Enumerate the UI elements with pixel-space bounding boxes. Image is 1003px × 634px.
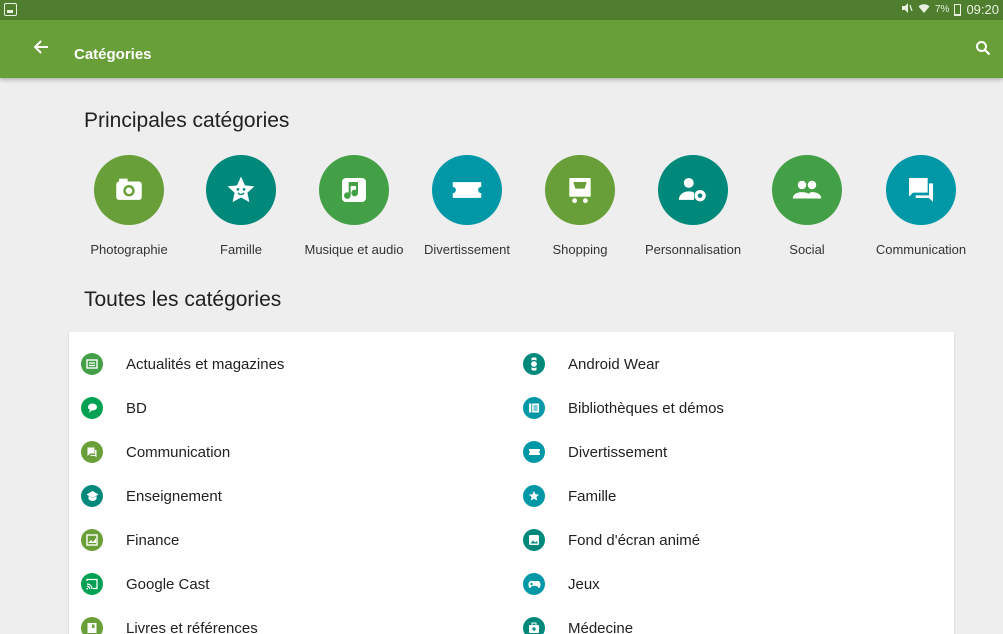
mute-icon xyxy=(901,2,913,17)
search-icon[interactable] xyxy=(971,36,995,60)
category-row-enseignement[interactable]: Enseignement xyxy=(81,480,222,512)
library-icon xyxy=(523,397,545,419)
top-category-personnalisation[interactable]: Personnalisation xyxy=(636,155,750,270)
top-category-label: Personnalisation xyxy=(644,242,742,257)
top-category-social[interactable]: Social xyxy=(750,155,864,272)
chat-icon xyxy=(81,441,103,463)
arrow-left-icon[interactable] xyxy=(29,35,53,59)
battery-icon xyxy=(954,3,962,16)
clock: 09:20 xyxy=(966,2,999,17)
category-row-communication[interactable]: Communication xyxy=(81,436,230,468)
category-label: Google Cast xyxy=(126,575,210,593)
ticket-icon xyxy=(523,441,545,463)
app-bar: Catégories xyxy=(0,20,1003,78)
top-category-label: Divertissement xyxy=(424,242,510,257)
top-category-label: Shopping xyxy=(552,242,608,257)
all-categories-card: Actualités et magazines BD Communication… xyxy=(69,332,954,634)
category-row-bibliotheques[interactable]: Bibliothèques et démos xyxy=(523,392,724,424)
category-label: Actualités et magazines xyxy=(126,355,285,373)
top-category-label: Photographie xyxy=(90,242,168,257)
category-row-android-wear[interactable]: Android Wear xyxy=(523,348,659,380)
top-category-shopping[interactable]: Shopping xyxy=(523,155,637,272)
top-category-musique[interactable]: Musique et audio xyxy=(297,155,411,270)
category-row-famille[interactable]: Famille xyxy=(523,480,616,512)
graduation-cap-icon xyxy=(81,485,103,507)
watch-icon xyxy=(523,353,545,375)
category-label: BD xyxy=(126,399,147,417)
screenshot-icon xyxy=(4,3,17,16)
chart-image-icon xyxy=(81,529,103,551)
category-label: Jeux xyxy=(568,575,600,593)
category-row-google-cast[interactable]: Google Cast xyxy=(81,568,209,600)
category-label: Médecine xyxy=(568,619,634,634)
category-label: Enseignement xyxy=(126,487,222,505)
category-row-bd[interactable]: BD xyxy=(81,392,147,424)
ticket-icon xyxy=(432,155,502,225)
wallpaper-icon xyxy=(523,529,545,551)
top-categories: Photographie Famille Musique et audio Di… xyxy=(72,155,992,273)
top-category-photographie[interactable]: Photographie xyxy=(72,155,186,272)
cast-icon xyxy=(81,573,103,595)
section-heading-all: Toutes les catégories xyxy=(84,288,282,311)
category-row-fond-ecran[interactable]: Fond d'écran animé xyxy=(523,524,700,556)
page-title: Catégories xyxy=(74,46,152,63)
medical-bag-icon xyxy=(523,617,545,634)
speech-bubble-icon xyxy=(81,397,103,419)
section-heading-top: Principales catégories xyxy=(84,109,290,132)
category-label: Livres et références xyxy=(126,619,258,634)
wifi-icon xyxy=(918,2,930,17)
gamepad-icon xyxy=(523,573,545,595)
category-row-finance[interactable]: Finance xyxy=(81,524,179,556)
category-row-actualites[interactable]: Actualités et magazines xyxy=(81,348,284,380)
top-category-label: Musique et audio xyxy=(304,242,404,257)
star-face-icon xyxy=(206,155,276,225)
category-label: Fond d'écran animé xyxy=(568,531,701,549)
category-row-divertissement[interactable]: Divertissement xyxy=(523,436,667,468)
category-row-jeux[interactable]: Jeux xyxy=(523,568,600,600)
category-label: Bibliothèques et démos xyxy=(568,399,724,417)
top-category-famille[interactable]: Famille xyxy=(184,155,298,272)
book-icon xyxy=(81,617,103,634)
category-label: Communication xyxy=(126,443,231,461)
battery-percent: 7% xyxy=(935,4,950,15)
camera-icon xyxy=(94,155,164,225)
top-category-label: Famille xyxy=(220,242,262,257)
top-category-divertissement[interactable]: Divertissement xyxy=(410,155,524,272)
top-category-label: Social xyxy=(789,242,825,257)
category-label: Finance xyxy=(126,531,180,549)
newspaper-icon xyxy=(81,353,103,375)
top-category-label: Communication xyxy=(875,242,967,257)
category-row-livres[interactable]: Livres et références xyxy=(81,612,258,634)
cart-icon xyxy=(545,155,615,225)
top-category-communication[interactable]: Communication xyxy=(864,155,978,272)
chat-icon xyxy=(886,155,956,225)
people-icon xyxy=(772,155,842,225)
person-gear-icon xyxy=(658,155,728,225)
star-face-icon xyxy=(523,485,545,507)
status-bar: 7% 09:20 xyxy=(0,0,1003,20)
music-note-icon xyxy=(319,155,389,225)
category-label: Famille xyxy=(568,487,617,505)
category-label: Android Wear xyxy=(568,355,660,373)
category-row-medecine[interactable]: Médecine xyxy=(523,612,633,634)
category-label: Divertissement xyxy=(568,443,668,461)
